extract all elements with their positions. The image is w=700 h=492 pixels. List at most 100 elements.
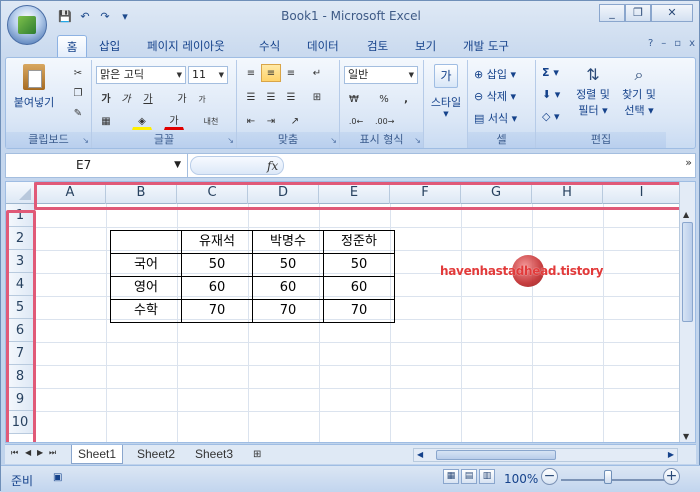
- minimize-button[interactable]: _: [599, 4, 625, 22]
- tab-data[interactable]: 데이터: [301, 35, 345, 57]
- office-button[interactable]: [7, 5, 47, 45]
- sheet-tab-1[interactable]: Sheet1: [71, 445, 124, 464]
- format-cells-button[interactable]: ▤ 서식 ▾: [474, 110, 517, 126]
- table-cell[interactable]: 70: [253, 299, 323, 322]
- fill-icon[interactable]: ⬇ ▾: [542, 88, 560, 101]
- dialog-launcher-icon[interactable]: ↘: [330, 136, 337, 145]
- table-header-cell[interactable]: 박명수: [253, 230, 323, 253]
- fill-color-icon[interactable]: ◈: [132, 112, 152, 130]
- close-button[interactable]: ✕: [651, 4, 693, 22]
- first-sheet-icon[interactable]: ⏮: [11, 448, 18, 458]
- number-format-combo[interactable]: 일반 ▼: [344, 66, 418, 84]
- tab-insert[interactable]: 삽입: [93, 35, 126, 57]
- table-cell[interactable]: 60: [324, 276, 394, 299]
- workbook-restore-icon[interactable]: ▫: [674, 38, 681, 49]
- grow-font-button[interactable]: 가: [172, 90, 192, 108]
- horizontal-scroll-thumb[interactable]: [436, 450, 556, 460]
- styles-button[interactable]: 가 스타일 ▼: [426, 64, 466, 118]
- align-middle-icon[interactable]: ≡: [261, 64, 281, 82]
- vertical-scrollbar[interactable]: ▲ ▼: [679, 182, 695, 442]
- table-cell[interactable]: 수학: [111, 299, 181, 322]
- align-top-icon[interactable]: ≡: [241, 64, 261, 82]
- table-cell[interactable]: 영어: [111, 276, 181, 299]
- tab-view[interactable]: 보기: [409, 35, 442, 57]
- borders-icon[interactable]: ▦: [96, 112, 116, 130]
- find-select-button[interactable]: ⌕ 찾기 및 선택 ▾: [616, 64, 662, 118]
- scroll-up-icon[interactable]: ▲: [683, 210, 689, 219]
- clear-icon[interactable]: ◇ ▾: [542, 110, 559, 123]
- percent-button[interactable]: %: [374, 90, 394, 108]
- bold-button[interactable]: 가: [96, 90, 116, 108]
- decrease-indent-icon[interactable]: ⇤: [241, 112, 261, 130]
- font-name-combo[interactable]: 맑은 고딕 ▼: [96, 66, 186, 84]
- table-cell[interactable]: 70: [324, 299, 394, 322]
- font-size-combo[interactable]: 11 ▼: [188, 66, 228, 84]
- orientation-icon[interactable]: ↗: [285, 112, 305, 130]
- autosum-button[interactable]: Σ ▾: [542, 66, 559, 79]
- select-all-button[interactable]: [6, 182, 35, 204]
- page-break-view-icon[interactable]: ▥: [479, 469, 495, 484]
- formula-input[interactable]: [288, 156, 675, 175]
- merge-center-icon[interactable]: ⊞: [307, 88, 327, 106]
- table-header-cell[interactable]: 유재석: [182, 230, 252, 253]
- shrink-font-button[interactable]: 가: [192, 90, 212, 108]
- dialog-launcher-icon[interactable]: ↘: [82, 136, 89, 145]
- workbook-minimize-icon[interactable]: –: [661, 38, 666, 49]
- tab-page-layout[interactable]: 페이지 레이아웃: [141, 35, 231, 57]
- increase-decimal-icon[interactable]: .0←: [346, 112, 366, 130]
- zoom-in-button[interactable]: +: [663, 468, 680, 485]
- vertical-scroll-thumb[interactable]: [682, 222, 693, 322]
- table-cell[interactable]: 50: [324, 253, 394, 276]
- zoom-level[interactable]: 100%: [504, 472, 538, 486]
- workbook-close-icon[interactable]: x: [689, 38, 695, 49]
- insert-sheet-icon[interactable]: ⊞: [247, 445, 267, 464]
- align-center-icon[interactable]: ☰: [261, 88, 281, 106]
- worksheet-grid[interactable]: A B C D E F G H I 1 2 3 4 5 6 7 8 9 10 유…: [5, 181, 696, 443]
- align-right-icon[interactable]: ☰: [281, 88, 301, 106]
- tab-home[interactable]: 홈: [57, 35, 87, 57]
- page-layout-view-icon[interactable]: ▤: [461, 469, 477, 484]
- scroll-right-icon[interactable]: ▶: [668, 450, 674, 459]
- macro-record-icon[interactable]: ▣: [53, 472, 62, 483]
- format-painter-icon[interactable]: ✎: [68, 104, 88, 122]
- font-color-button[interactable]: 가: [164, 112, 184, 130]
- table-cell[interactable]: 60: [253, 276, 323, 299]
- paste-button[interactable]: 붙여넣기: [12, 64, 56, 110]
- zoom-slider-track[interactable]: [561, 479, 665, 481]
- currency-button[interactable]: ₩: [344, 90, 364, 108]
- horizontal-scrollbar[interactable]: ◀ ▶: [413, 448, 678, 462]
- scroll-left-icon[interactable]: ◀: [417, 450, 423, 459]
- expand-formula-bar-icon[interactable]: »: [685, 156, 692, 169]
- insert-cells-button[interactable]: ⊕ 삽입 ▾: [474, 66, 516, 82]
- italic-button[interactable]: 가: [116, 90, 136, 108]
- increase-indent-icon[interactable]: ⇥: [261, 112, 281, 130]
- align-left-icon[interactable]: ☰: [241, 88, 261, 106]
- table-cell[interactable]: 60: [182, 276, 252, 299]
- last-sheet-icon[interactable]: ⏭: [49, 448, 56, 458]
- delete-cells-button[interactable]: ⊖ 삭제 ▾: [474, 88, 516, 104]
- next-sheet-icon[interactable]: ▶: [37, 448, 43, 457]
- wrap-text-icon[interactable]: ↵: [307, 64, 327, 82]
- insert-function-button[interactable]: fx: [267, 159, 278, 173]
- tab-developer[interactable]: 개발 도구: [457, 35, 515, 57]
- align-bottom-icon[interactable]: ≡: [281, 64, 301, 82]
- cut-icon[interactable]: ✂: [68, 64, 88, 82]
- tab-review[interactable]: 검토: [361, 35, 394, 57]
- table-cell[interactable]: 50: [253, 253, 323, 276]
- restore-button[interactable]: ❐: [625, 4, 651, 22]
- table-header-cell[interactable]: [111, 230, 181, 253]
- tab-formulas[interactable]: 수식: [253, 35, 286, 57]
- underline-button[interactable]: 가: [138, 90, 158, 108]
- dialog-launcher-icon[interactable]: ↘: [414, 136, 421, 145]
- table-cell[interactable]: 50: [182, 253, 252, 276]
- dialog-launcher-icon[interactable]: ↘: [227, 136, 234, 145]
- table-cell[interactable]: 70: [182, 299, 252, 322]
- table-header-cell[interactable]: 정준하: [324, 230, 394, 253]
- phonetic-button[interactable]: 내천: [198, 112, 224, 130]
- copy-icon[interactable]: ❐: [68, 84, 88, 102]
- sheet-tab-3[interactable]: Sheet3: [189, 445, 239, 464]
- sort-filter-button[interactable]: ⇅ 정렬 및 필터 ▾: [570, 64, 616, 118]
- name-box[interactable]: E7 ▼: [6, 154, 188, 177]
- decrease-decimal-icon[interactable]: .00→: [374, 112, 394, 130]
- zoom-slider-thumb[interactable]: [604, 470, 612, 484]
